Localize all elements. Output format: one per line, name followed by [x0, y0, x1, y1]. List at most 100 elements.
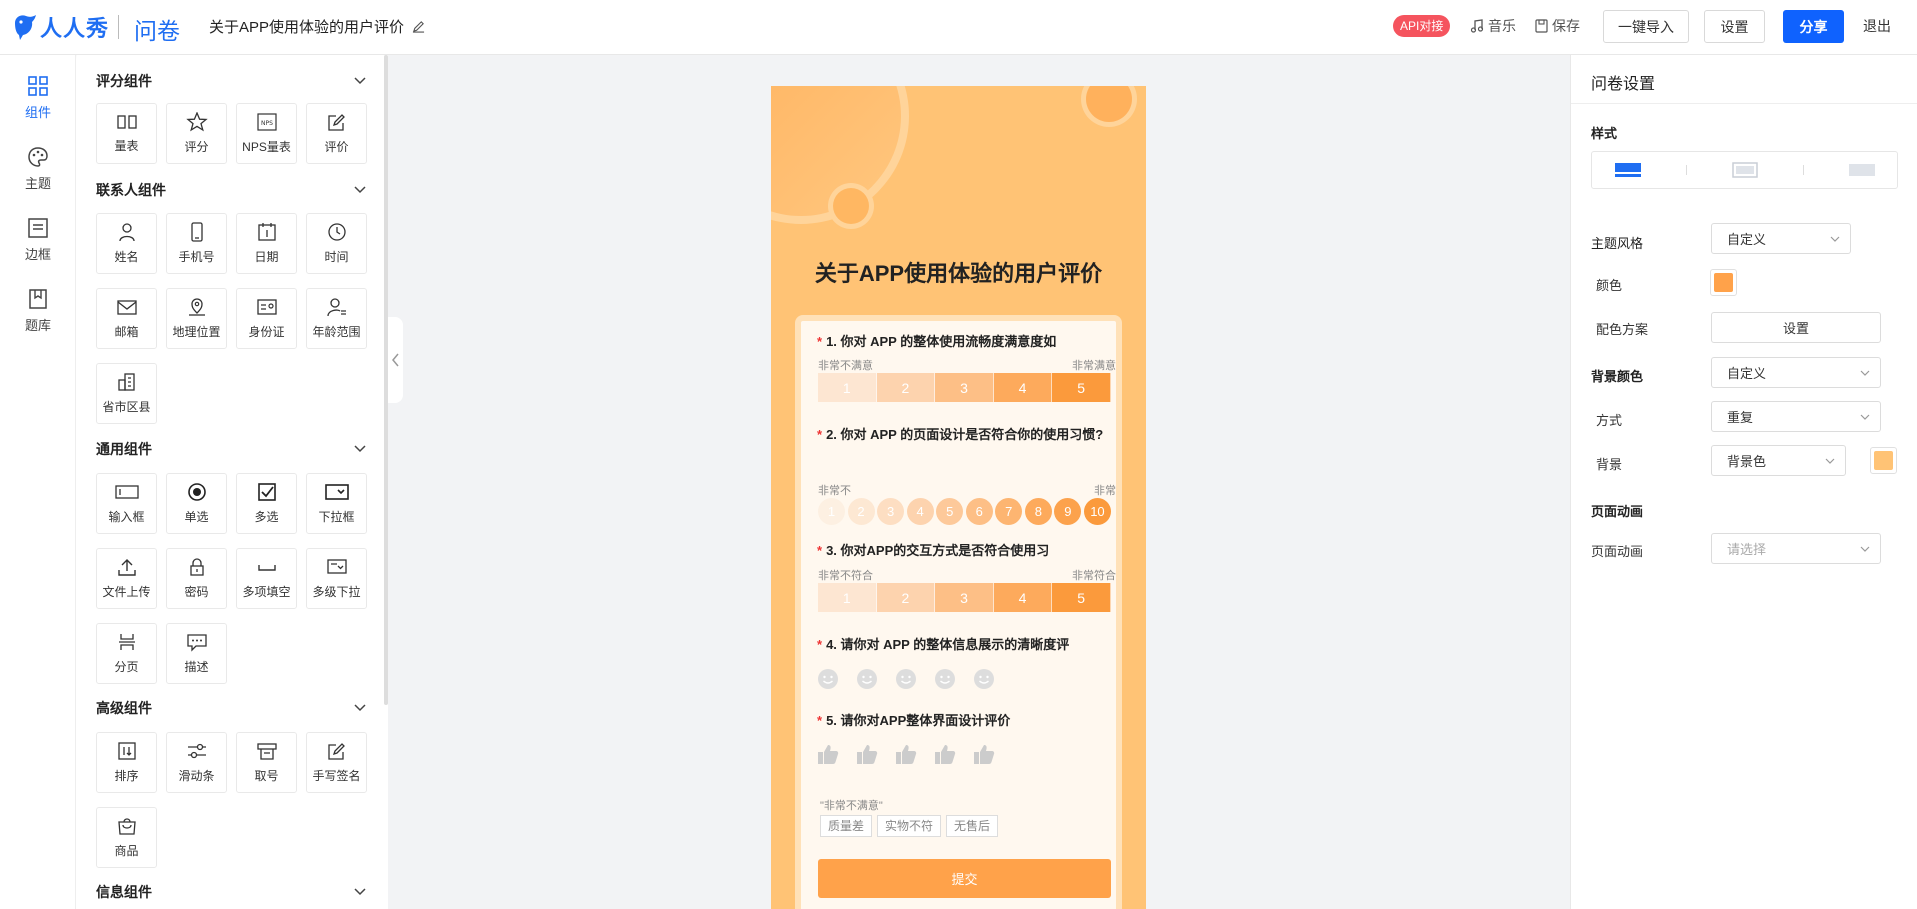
- scale-option[interactable]: 3: [935, 583, 994, 612]
- section-info[interactable]: 信息组件: [96, 882, 366, 902]
- chevron-down-icon[interactable]: [354, 445, 366, 453]
- nav-item-library[interactable]: 题库: [0, 288, 76, 334]
- component-multi-dropdown[interactable]: 多级下拉: [306, 548, 367, 609]
- component-label: 评价: [324, 140, 349, 154]
- scale-option[interactable]: 4: [993, 373, 1053, 402]
- smiley-icon[interactable]: [973, 668, 995, 690]
- mode-select[interactable]: 重复: [1711, 401, 1881, 432]
- theme-style-select[interactable]: 自定义: [1711, 223, 1851, 254]
- edit-title-icon[interactable]: [412, 20, 425, 33]
- component-input[interactable]: 输入框: [96, 473, 157, 534]
- component-dropdown[interactable]: 下拉框: [306, 473, 367, 534]
- collapse-panel-button[interactable]: [388, 317, 403, 403]
- thumbs-up-icon[interactable]: [895, 743, 917, 765]
- component-password[interactable]: 密码: [166, 548, 227, 609]
- smiley-icon[interactable]: [895, 668, 917, 690]
- component-time[interactable]: 时间: [306, 213, 367, 274]
- nps-option[interactable]: 1: [818, 498, 845, 525]
- chevron-down-icon[interactable]: [354, 888, 366, 896]
- nps-option[interactable]: 4: [906, 498, 934, 525]
- layout-style-option-active[interactable]: [1614, 161, 1641, 179]
- section-rating[interactable]: 评分组件: [96, 71, 366, 91]
- chevron-down-icon: [1860, 414, 1870, 420]
- component-location[interactable]: 地理位置: [166, 288, 227, 349]
- save-button[interactable]: 保存: [1535, 16, 1580, 36]
- component-slider[interactable]: 滑动条: [166, 732, 227, 793]
- smiley-icon[interactable]: [934, 668, 956, 690]
- bg-color-select[interactable]: 自定义: [1711, 357, 1881, 388]
- share-button[interactable]: 分享: [1783, 10, 1844, 43]
- api-badge[interactable]: API对接: [1393, 15, 1451, 37]
- component-multi-choice[interactable]: 多选: [236, 473, 297, 534]
- component-phone[interactable]: 手机号: [166, 213, 227, 274]
- thumbs-up-icon[interactable]: [817, 743, 839, 765]
- component-review[interactable]: 评价: [306, 103, 367, 164]
- nps-option[interactable]: 7: [995, 498, 1023, 525]
- scale-option[interactable]: 5: [1052, 373, 1111, 402]
- section-advanced[interactable]: 高级组件: [96, 698, 366, 718]
- nps-option[interactable]: 3: [877, 498, 905, 525]
- component-page-break[interactable]: 分页: [96, 623, 157, 684]
- component-description[interactable]: 描述: [166, 623, 227, 684]
- nps-option[interactable]: 2: [847, 498, 875, 525]
- scale-option[interactable]: 1: [818, 373, 877, 402]
- review-tag[interactable]: 无售后: [946, 815, 999, 837]
- component-multi-blank[interactable]: 多项填空: [236, 548, 297, 609]
- layout-style-option[interactable]: [1848, 161, 1875, 179]
- nps-option[interactable]: 9: [1054, 498, 1082, 525]
- color-swatch[interactable]: [1710, 269, 1737, 296]
- layout-style-option[interactable]: [1731, 161, 1758, 179]
- component-single-choice[interactable]: 单选: [166, 473, 227, 534]
- component-id-card[interactable]: 身份证: [236, 288, 297, 349]
- nps-option[interactable]: 5: [936, 498, 964, 525]
- thumbs-up-icon[interactable]: [856, 743, 878, 765]
- scale-option[interactable]: 4: [993, 583, 1053, 612]
- exit-button[interactable]: 退出: [1863, 16, 1891, 36]
- component-scale[interactable]: 量表: [96, 103, 157, 164]
- background-swatch[interactable]: [1870, 447, 1897, 474]
- scheme-settings-button[interactable]: 设置: [1711, 312, 1881, 343]
- nav-item-components[interactable]: 组件: [0, 75, 76, 121]
- component-age-range[interactable]: 年龄范围: [306, 288, 367, 349]
- scale-option[interactable]: 5: [1052, 583, 1111, 612]
- component-product[interactable]: 商品: [96, 807, 157, 868]
- component-rating[interactable]: 评分: [166, 103, 227, 164]
- chevron-down-icon[interactable]: [354, 186, 366, 194]
- scale-option[interactable]: 2: [876, 583, 936, 612]
- component-region[interactable]: 省市区县: [96, 363, 157, 424]
- scale-option[interactable]: 1: [818, 583, 877, 612]
- nps-option[interactable]: 8: [1024, 498, 1052, 525]
- music-button[interactable]: 音乐: [1470, 16, 1516, 36]
- component-nps[interactable]: NPS NPS量表: [236, 103, 297, 164]
- nav-item-border[interactable]: 边框: [0, 217, 76, 263]
- nav-item-theme[interactable]: 主题: [0, 146, 76, 192]
- chevron-down-icon[interactable]: [354, 704, 366, 712]
- component-upload[interactable]: 文件上传: [96, 548, 157, 609]
- section-general[interactable]: 通用组件: [96, 439, 366, 459]
- animation-select[interactable]: 请选择: [1711, 533, 1881, 564]
- smiley-icon[interactable]: [817, 668, 839, 690]
- component-signature[interactable]: 手写签名: [306, 732, 367, 793]
- nps-option[interactable]: 6: [965, 498, 993, 525]
- scale-option[interactable]: 3: [935, 373, 994, 402]
- thumbs-up-icon[interactable]: [934, 743, 956, 765]
- settings-button[interactable]: 设置: [1704, 10, 1765, 43]
- survey-title[interactable]: 关于APP使用体验的用户评价: [209, 16, 425, 37]
- logo[interactable]: 人人秀: [12, 10, 109, 44]
- review-tag[interactable]: 质量差: [820, 815, 873, 837]
- thumbs-up-icon[interactable]: [973, 743, 995, 765]
- submit-button[interactable]: 提交: [818, 859, 1111, 898]
- review-tag[interactable]: 实物不符: [877, 815, 942, 837]
- chevron-down-icon[interactable]: [354, 77, 366, 85]
- component-date[interactable]: 日期: [236, 213, 297, 274]
- component-ticket[interactable]: 取号: [236, 732, 297, 793]
- component-email[interactable]: 邮箱: [96, 288, 157, 349]
- smiley-icon[interactable]: [856, 668, 878, 690]
- import-button[interactable]: 一键导入: [1603, 10, 1689, 43]
- nps-option[interactable]: 10: [1083, 498, 1111, 525]
- section-contact[interactable]: 联系人组件: [96, 180, 366, 200]
- component-sort[interactable]: 排序: [96, 732, 157, 793]
- component-name[interactable]: 姓名: [96, 213, 157, 274]
- scale-option[interactable]: 2: [876, 373, 936, 402]
- background-select[interactable]: 背景色: [1711, 445, 1846, 476]
